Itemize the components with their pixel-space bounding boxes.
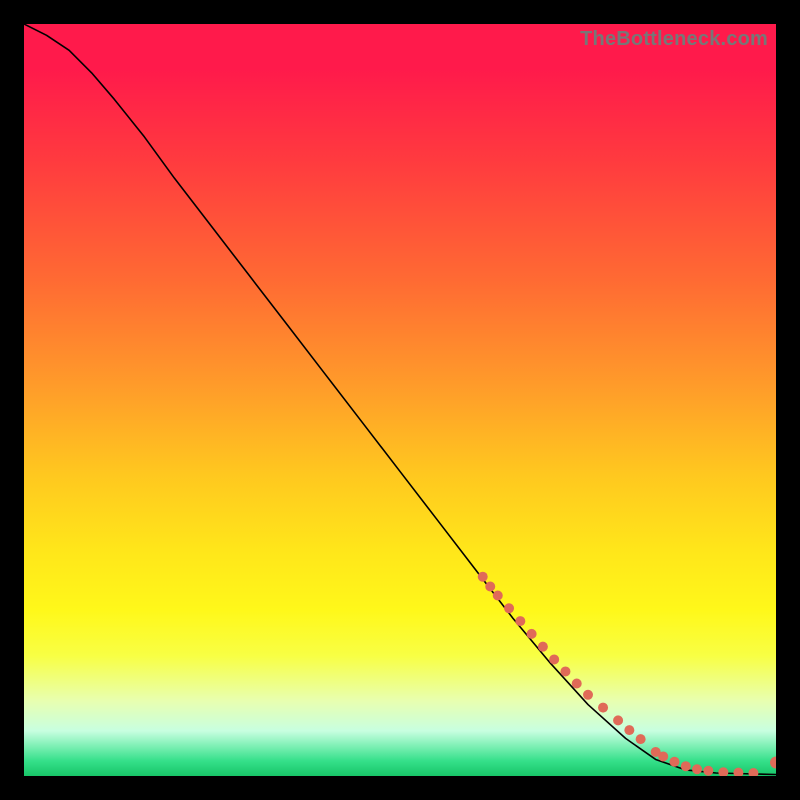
chart-overlay <box>24 24 776 776</box>
chart-stage: TheBottleneck.com <box>0 0 800 800</box>
highlight-dot <box>560 666 570 676</box>
highlight-dot <box>733 768 743 776</box>
highlight-dot <box>669 757 679 767</box>
highlight-dot <box>636 734 646 744</box>
highlight-dot <box>598 703 608 713</box>
highlight-dot <box>658 751 668 761</box>
highlight-dot <box>681 761 691 771</box>
highlight-dot <box>770 756 776 768</box>
highlight-dot <box>538 642 548 652</box>
highlight-dot <box>485 582 495 592</box>
highlight-dots-group <box>478 572 776 776</box>
plot-area: TheBottleneck.com <box>24 24 776 776</box>
main-curve <box>24 24 776 775</box>
highlight-dot <box>572 679 582 689</box>
highlight-dot <box>515 616 525 626</box>
highlight-dot <box>549 654 559 664</box>
highlight-dot <box>624 725 634 735</box>
highlight-dot <box>703 766 713 776</box>
highlight-dot <box>748 768 758 776</box>
highlight-dot <box>718 767 728 776</box>
highlight-dot <box>613 715 623 725</box>
highlight-dot <box>493 591 503 601</box>
highlight-dot <box>527 629 537 639</box>
highlight-dot <box>583 690 593 700</box>
highlight-dot <box>478 572 488 582</box>
highlight-dot <box>504 603 514 613</box>
highlight-dot <box>692 764 702 774</box>
